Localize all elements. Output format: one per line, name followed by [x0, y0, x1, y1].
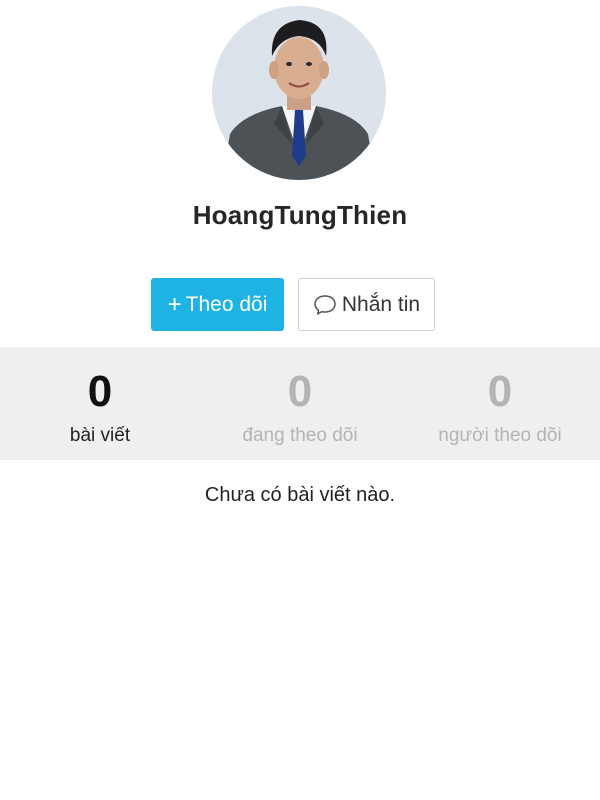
message-button[interactable]: Nhắn tin [298, 278, 435, 331]
plus-icon: + [167, 290, 182, 318]
stat-following-count: 0 [287, 367, 313, 416]
empty-posts-message: Chưa có bài viết nào. [204, 484, 396, 506]
stat-following[interactable]: 0 đang theo dõi [200, 347, 400, 460]
follow-button[interactable]: + Theo dõi [151, 278, 284, 331]
stat-followers-label: người theo dõi [438, 425, 562, 446]
follow-button-label: Theo dõi [185, 292, 268, 316]
message-button-label: Nhắn tin [341, 292, 421, 316]
stat-followers[interactable]: 0 người theo dõi [400, 347, 600, 460]
avatar-photo [212, 6, 386, 180]
stat-posts-label: bài viết [69, 425, 131, 446]
stat-posts[interactable]: 0 bài viết [0, 347, 200, 460]
stat-following-label: đang theo dõi [242, 425, 358, 446]
stat-followers-count: 0 [487, 367, 513, 416]
avatar[interactable] [212, 6, 386, 180]
stat-posts-count: 0 [87, 367, 113, 416]
chat-bubble-icon [314, 294, 336, 315]
profile-stats-bar: 0 bài viết 0 đang theo dõi 0 người theo … [0, 347, 600, 460]
profile-username: HoangTungThien [192, 200, 408, 230]
